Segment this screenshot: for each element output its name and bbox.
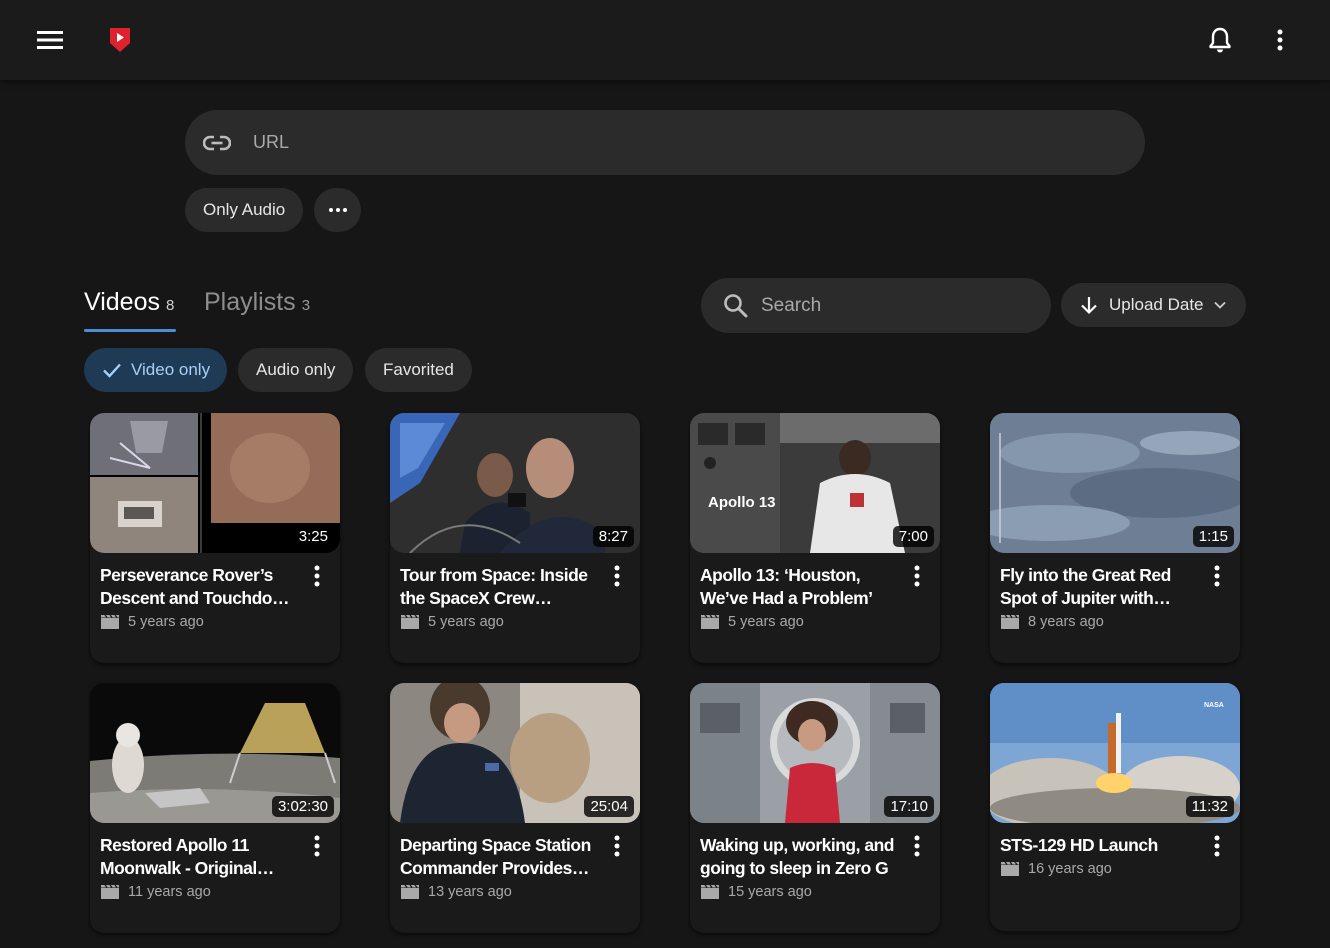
video-title[interactable]: Departing Space Station Commander Provid… <box>400 834 596 880</box>
more-vert-icon[interactable] <box>602 833 632 859</box>
video-thumbnail[interactable]: 3:02:30 <box>90 683 340 823</box>
video-duration: 17:10 <box>884 796 934 817</box>
video-thumbnail[interactable]: 25:04 <box>390 683 640 823</box>
video-meta: 5 years ago <box>100 614 204 630</box>
video-meta: 16 years ago <box>1000 861 1112 877</box>
video-title[interactable]: STS-129 HD Launch <box>1000 834 1196 857</box>
video-title[interactable]: Tour from Space: Inside the SpaceX Crew … <box>400 564 596 610</box>
video-thumbnail[interactable]: 17:10 <box>690 683 940 823</box>
more-options-button[interactable] <box>314 188 361 232</box>
video-card[interactable]: 8:27 Tour from Space: Inside the SpaceX … <box>390 413 640 663</box>
active-tab-indicator <box>84 329 176 332</box>
only-audio-toggle[interactable]: Only Audio <box>185 188 304 232</box>
chevron-down-icon <box>1213 301 1226 309</box>
video-duration: 3:25 <box>292 526 334 547</box>
video-meta: 5 years ago <box>400 614 504 630</box>
thumbnail-watermark: NASA <box>1204 702 1224 709</box>
video-meta: 8 years ago <box>1000 614 1104 630</box>
video-meta: 5 years ago <box>700 614 804 630</box>
clapperboard-icon <box>101 884 119 899</box>
video-thumbnail[interactable]: 1:15 <box>990 413 1240 553</box>
top-app-bar <box>0 0 1330 80</box>
clapperboard-icon <box>401 614 419 629</box>
video-age: 5 years ago <box>428 614 504 630</box>
tab-playlists-label: Playlists <box>204 288 296 316</box>
filter-favorited[interactable]: Favorited <box>365 348 472 392</box>
link-icon <box>203 135 231 151</box>
search-icon <box>723 293 749 319</box>
thumbnail-caption: Apollo 13 <box>708 494 776 511</box>
tab-videos[interactable]: Videos 8 <box>84 288 174 317</box>
video-age: 11 years ago <box>128 884 211 900</box>
video-duration: 1:15 <box>1192 526 1234 547</box>
more-horiz-icon <box>328 208 347 212</box>
video-title[interactable]: Fly into the Great Red Spot of Jupiter w… <box>1000 564 1196 610</box>
video-age: 16 years ago <box>1028 861 1112 877</box>
more-vert-icon[interactable] <box>302 563 332 589</box>
video-card[interactable]: 17:10 Waking up, working, and going to s… <box>690 683 940 933</box>
filter-audio-only-label: Audio only <box>256 360 336 379</box>
more-vert-icon[interactable] <box>1202 833 1232 859</box>
video-title[interactable]: Apollo 13: ‘Houston, We’ve Had a Problem… <box>700 564 896 610</box>
video-duration: 7:00 <box>892 526 934 547</box>
url-field[interactable] <box>185 110 1145 175</box>
video-thumbnail[interactable]: 3:25 <box>90 413 340 553</box>
video-meta: 11 years ago <box>100 884 211 900</box>
video-card[interactable]: 3:02:30 Restored Apollo 11 Moonwalk - Or… <box>90 683 340 933</box>
clapperboard-icon <box>701 614 719 629</box>
only-audio-label: Only Audio <box>203 200 286 219</box>
video-age: 5 years ago <box>128 614 204 630</box>
video-age: 5 years ago <box>728 614 804 630</box>
more-vert-icon[interactable] <box>902 833 932 859</box>
more-vert-icon[interactable] <box>902 563 932 589</box>
video-card[interactable]: 1:15 Fly into the Great Red Spot of Jupi… <box>990 413 1240 663</box>
filter-audio-only[interactable]: Audio only <box>238 348 354 392</box>
clapperboard-icon <box>701 884 719 899</box>
video-age: 8 years ago <box>1028 614 1104 630</box>
video-thumbnail[interactable]: NASA 11:32 <box>990 683 1240 823</box>
clapperboard-icon <box>401 884 419 899</box>
check-icon <box>102 362 122 378</box>
tab-playlists-count: 3 <box>301 297 311 314</box>
video-title[interactable]: Waking up, working, and going to sleep i… <box>700 834 896 880</box>
bell-icon[interactable] <box>1200 20 1240 60</box>
video-meta: 15 years ago <box>700 884 812 900</box>
video-age: 13 years ago <box>428 884 512 900</box>
clapperboard-icon <box>101 614 119 629</box>
arrow-down-icon <box>1079 295 1099 315</box>
more-vert-icon[interactable] <box>1260 20 1300 60</box>
filter-video-only[interactable]: Video only <box>84 348 228 392</box>
more-vert-icon[interactable] <box>302 833 332 859</box>
video-duration: 8:27 <box>592 526 634 547</box>
video-age: 15 years ago <box>728 884 812 900</box>
sort-button[interactable]: Upload Date <box>1061 283 1246 327</box>
tab-playlists[interactable]: Playlists 3 <box>204 288 310 317</box>
more-vert-icon[interactable] <box>602 563 632 589</box>
video-card[interactable]: NASA 11:32 STS-129 HD Launch 16 years ag… <box>990 683 1240 931</box>
video-card[interactable]: Apollo 13 7:00 Apollo 13: ‘Houston, We’v… <box>690 413 940 663</box>
video-meta: 13 years ago <box>400 884 512 900</box>
search-field[interactable] <box>701 278 1051 333</box>
video-duration: 25:04 <box>584 796 634 817</box>
video-duration: 3:02:30 <box>271 796 334 817</box>
url-input[interactable] <box>253 132 1073 153</box>
clapperboard-icon <box>1001 614 1019 629</box>
menu-icon[interactable] <box>30 20 70 60</box>
tab-videos-label: Videos <box>84 288 160 316</box>
video-card[interactable]: 3:25 Perseverance Rover’s Descent and To… <box>90 413 340 663</box>
filter-favorited-label: Favorited <box>383 360 454 379</box>
app-logo-icon[interactable] <box>100 20 140 60</box>
more-vert-icon[interactable] <box>1202 563 1232 589</box>
video-title[interactable]: Perseverance Rover’s Descent and Touchdo… <box>100 564 296 610</box>
video-thumbnail[interactable]: Apollo 13 7:00 <box>690 413 940 553</box>
video-card[interactable]: 25:04 Departing Space Station Commander … <box>390 683 640 933</box>
filter-video-only-label: Video only <box>131 360 211 379</box>
search-input[interactable] <box>761 294 1021 317</box>
sort-label: Upload Date <box>1109 295 1204 314</box>
clapperboard-icon <box>1001 861 1019 876</box>
video-title[interactable]: Restored Apollo 11 Moonwalk - Original N… <box>100 834 296 880</box>
video-thumbnail[interactable]: 8:27 <box>390 413 640 553</box>
tab-videos-count: 8 <box>166 297 175 314</box>
video-duration: 11:32 <box>1185 796 1234 817</box>
